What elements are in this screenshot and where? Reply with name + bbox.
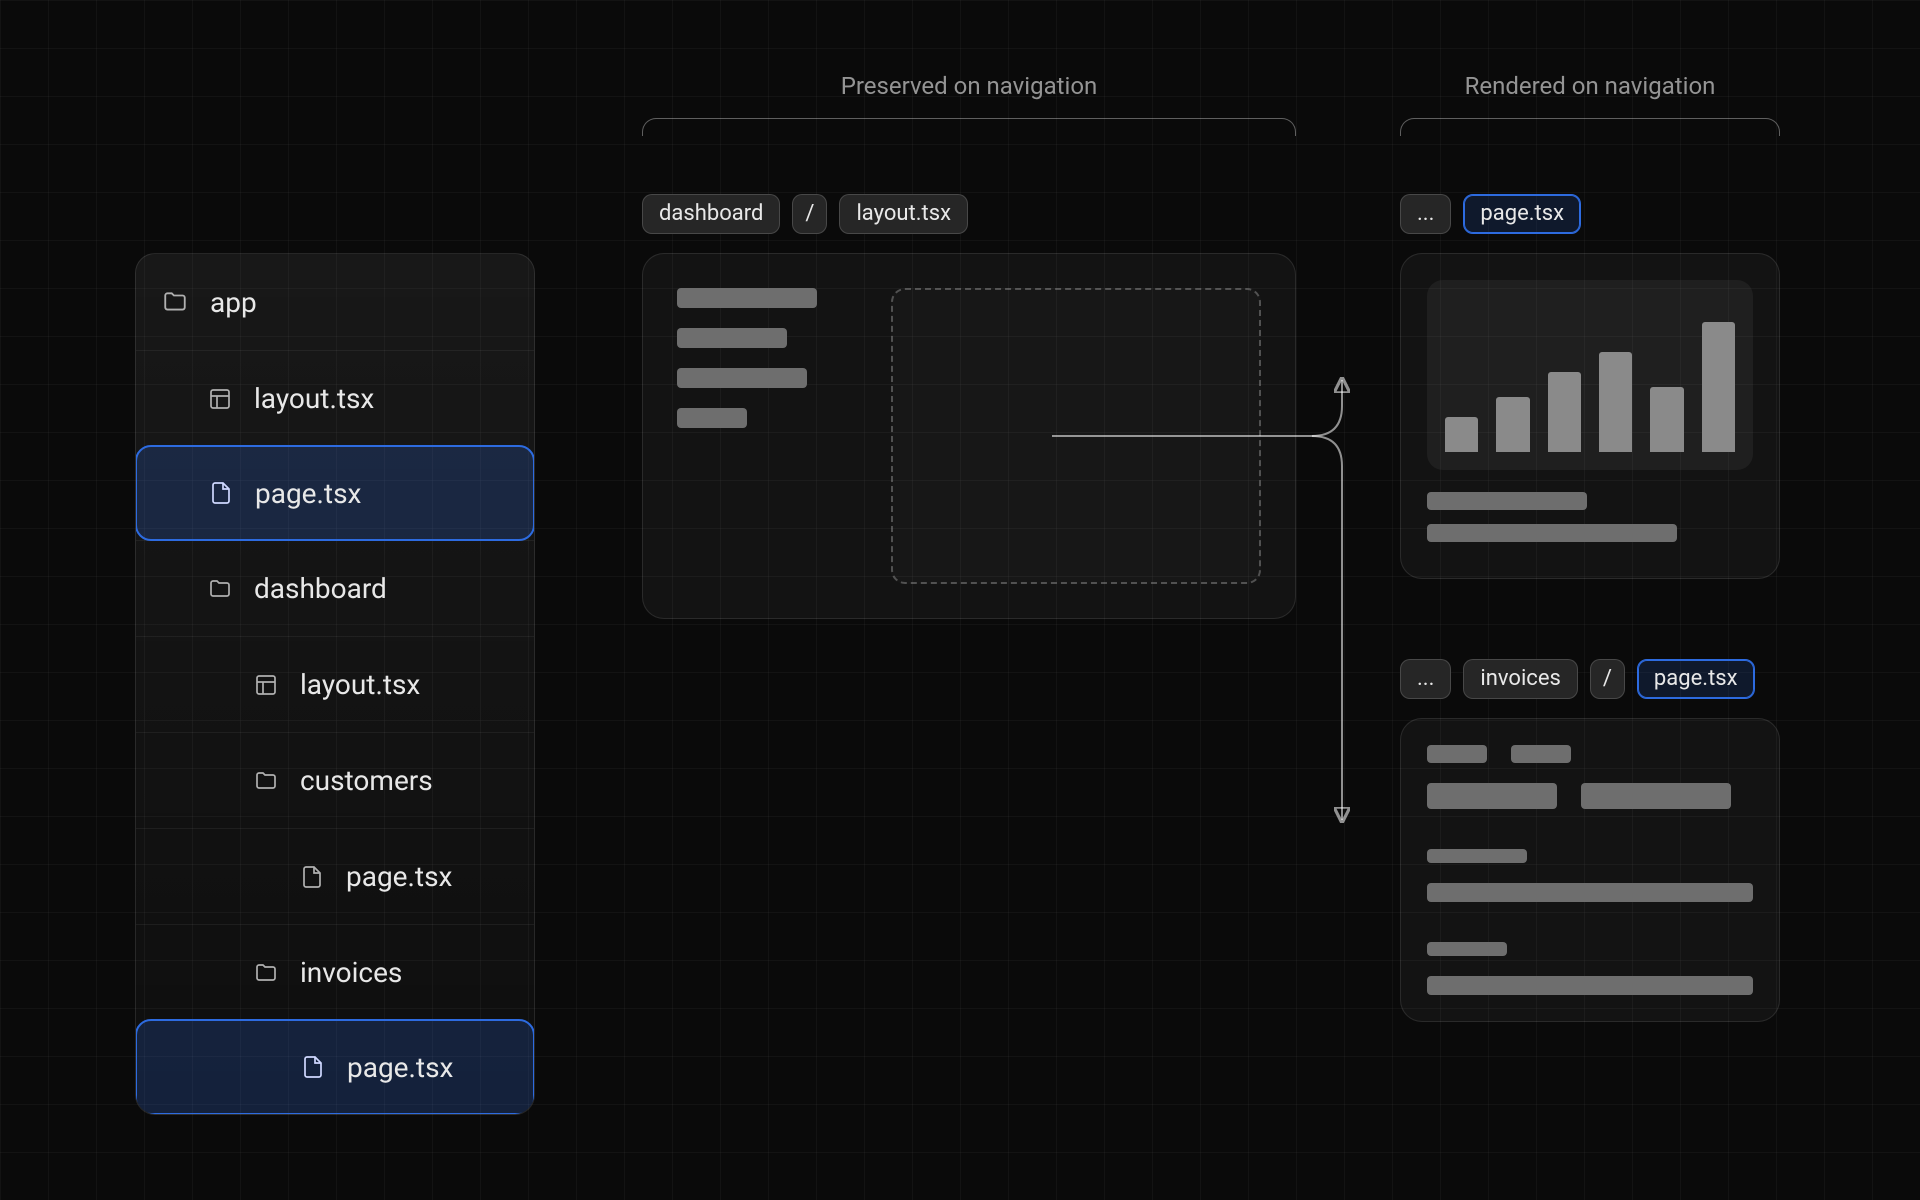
tree-item-label: layout.tsx (254, 382, 374, 415)
tree-item-layout[interactable]: layout.tsx (136, 636, 534, 732)
chart-bar (1496, 397, 1529, 452)
crumb-separator: / (1590, 659, 1625, 699)
rendered-page-panel-1 (1400, 253, 1780, 579)
chart-bar (1702, 322, 1735, 452)
chart-bar (1548, 372, 1581, 452)
tree-item-dashboard[interactable]: dashboard (136, 540, 534, 636)
tree-item-label: page.tsx (347, 1051, 453, 1084)
tree-item-label: invoices (300, 956, 402, 989)
bracket-preserved (642, 118, 1296, 136)
crumb-page: page.tsx (1637, 659, 1755, 699)
layout-children-slot (891, 288, 1261, 584)
file-icon (300, 865, 324, 889)
chart-skeleton (1427, 280, 1753, 470)
crumb-page: page.tsx (1463, 194, 1581, 234)
crumb-dashboard: dashboard (642, 194, 780, 234)
layout-icon (208, 387, 232, 411)
tree-item-customers[interactable]: customers (136, 732, 534, 828)
folder-icon (208, 577, 232, 601)
tree-item-invoices[interactable]: invoices (136, 924, 534, 1020)
breadcrumb-render-1: ... page.tsx (1400, 194, 1581, 234)
tree-item-page[interactable]: page.tsx (135, 445, 535, 541)
breadcrumb-layout: dashboard / layout.tsx (642, 194, 968, 234)
rendered-page-panel-2 (1400, 718, 1780, 1022)
file-tree: app layout.tsx page.tsx dashboard layout… (135, 253, 535, 1115)
breadcrumb-render-2: ... invoices / page.tsx (1400, 659, 1755, 699)
chart-bar (1650, 387, 1683, 452)
layout-icon (254, 673, 278, 697)
tree-item-label: app (210, 286, 257, 319)
layout-preview-panel (642, 253, 1296, 619)
section-label-preserved: Preserved on navigation (642, 72, 1296, 100)
folder-icon (254, 961, 278, 985)
tree-item-page[interactable]: page.tsx (135, 1019, 535, 1115)
tree-item-layout[interactable]: layout.tsx (136, 350, 534, 446)
crumb-ellipsis: ... (1400, 659, 1451, 699)
tree-item-label: page.tsx (255, 477, 361, 510)
chart-bar (1599, 352, 1632, 452)
folder-icon (162, 289, 188, 315)
crumb-layout: layout.tsx (839, 194, 968, 234)
folder-icon (254, 769, 278, 793)
tree-item-page[interactable]: page.tsx (136, 828, 534, 924)
tree-item-label: page.tsx (346, 860, 452, 893)
crumb-separator: / (792, 194, 827, 234)
tree-item-app[interactable]: app (136, 254, 534, 350)
tree-item-label: layout.tsx (300, 668, 420, 701)
chart-bar (1445, 417, 1478, 452)
crumb-invoices: invoices (1463, 659, 1577, 699)
file-icon (301, 1055, 325, 1079)
file-icon (209, 481, 233, 505)
tree-item-label: customers (300, 764, 433, 797)
bracket-rendered (1400, 118, 1780, 136)
crumb-ellipsis: ... (1400, 194, 1451, 234)
section-label-rendered: Rendered on navigation (1400, 72, 1780, 100)
tree-item-label: dashboard (254, 572, 387, 605)
